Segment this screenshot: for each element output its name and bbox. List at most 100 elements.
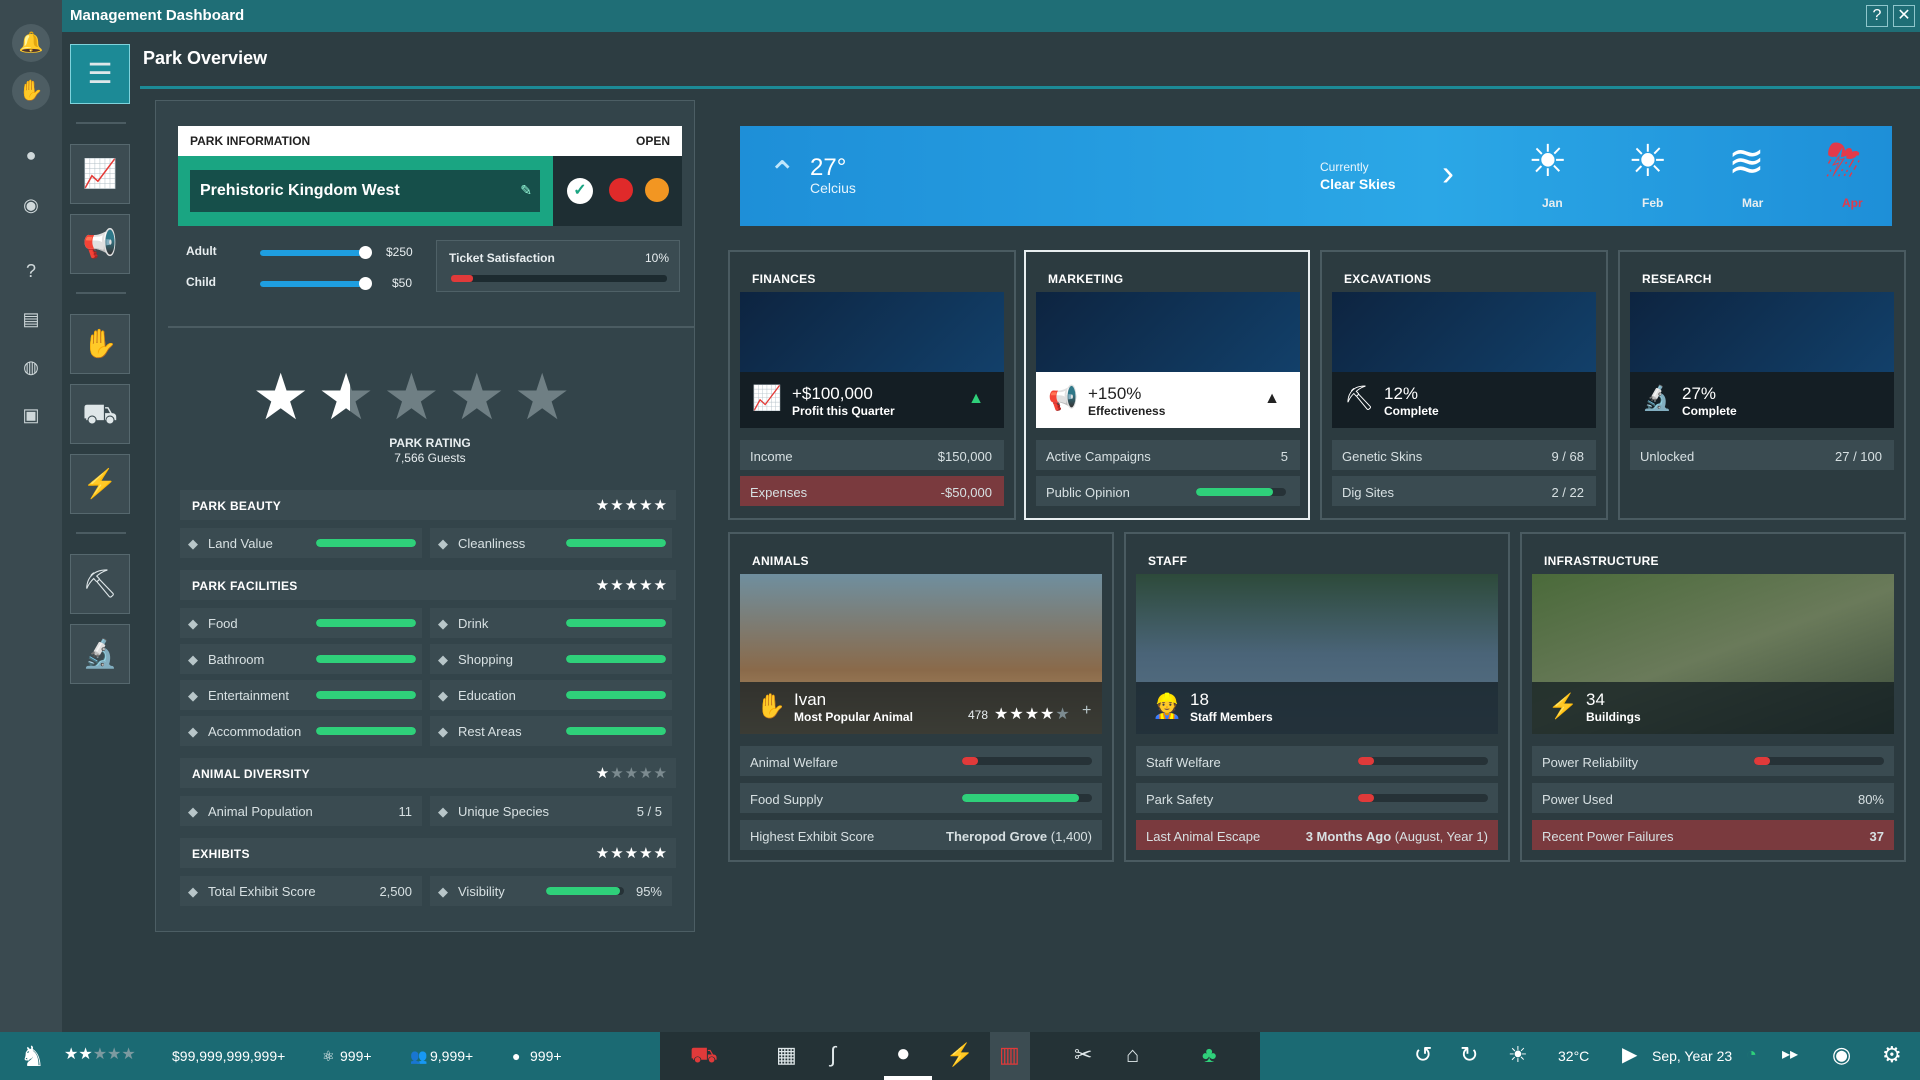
card-row: Unlocked 27 / 100 xyxy=(1630,440,1894,470)
book-icon[interactable]: ▤ xyxy=(18,306,44,332)
card-title: ANIMALS xyxy=(752,554,809,568)
item-bar xyxy=(316,691,416,699)
child-price-slider[interactable] xyxy=(260,277,372,290)
status-buttons: ✓ xyxy=(553,156,682,226)
egg-icon[interactable]: ● xyxy=(18,142,44,168)
row-label: Unlocked xyxy=(1640,449,1695,464)
row-bar xyxy=(1358,757,1488,765)
camera-icon[interactable]: ▣ xyxy=(18,402,44,428)
card-row: Genetic Skins 9 / 68 xyxy=(1332,440,1596,470)
undo-icon[interactable]: ↺ xyxy=(1414,1042,1432,1068)
visibility-icon[interactable]: ◉ xyxy=(1832,1042,1851,1068)
overview-tab[interactable]: ☰ xyxy=(70,44,130,104)
park-status: OPEN xyxy=(635,134,670,148)
rating-star-empty: ★ xyxy=(382,361,449,433)
nav-divider xyxy=(76,292,126,294)
forecast-month: Feb xyxy=(1642,196,1664,210)
card-row: Recent Power Failures 37 xyxy=(1532,820,1894,850)
infrastructure-tab-icon[interactable]: ⚡ xyxy=(70,454,130,514)
trend-up-icon: ▲ xyxy=(968,390,984,407)
help-button[interactable]: ? xyxy=(1866,5,1888,27)
settings-icon[interactable]: ⚙ xyxy=(1882,1042,1902,1068)
section-header: ANIMAL DIVERSITY ★★★★★ xyxy=(180,758,676,788)
edit-icon[interactable]: ✎ xyxy=(520,182,532,199)
park-name-field[interactable]: Prehistoric Kingdom West ✎ xyxy=(190,170,540,212)
item-icon: ◆ xyxy=(188,616,198,631)
section-header: EXHIBITS ★★★★★ xyxy=(180,838,676,868)
section-stars: ★★★★★ xyxy=(595,577,668,594)
fast-forward-icon[interactable]: ▸▸ xyxy=(1782,1044,1798,1064)
park-name: Prehistoric Kingdom West xyxy=(200,182,400,199)
globe-icon[interactable]: ◍ xyxy=(18,354,44,380)
row-label: Animal Welfare xyxy=(750,755,838,770)
weather-icon[interactable]: ☀ xyxy=(1508,1042,1528,1068)
shelter-icon[interactable]: ⌂ xyxy=(1126,1042,1139,1068)
dinosaur-claw-icon[interactable]: ✋ xyxy=(12,72,50,110)
item-label: Accommodation xyxy=(208,724,302,739)
help-icon[interactable]: ? xyxy=(18,258,44,284)
fence-icon[interactable]: ▦ xyxy=(776,1042,797,1068)
item-label: Food xyxy=(208,616,238,631)
closed-status-button[interactable] xyxy=(609,178,633,202)
row-value: 80% xyxy=(1857,792,1884,807)
evacuate-status-button[interactable] xyxy=(645,178,669,202)
play-icon[interactable]: ▶ xyxy=(1622,1042,1637,1067)
park-info-header: PARK INFORMATION OPEN xyxy=(178,126,682,156)
tools-icon[interactable]: ✂ xyxy=(1074,1042,1092,1068)
excavations-tab-icon[interactable]: ⛏ xyxy=(70,554,130,614)
add-icon[interactable]: + xyxy=(1082,702,1091,720)
section-title: PARK BEAUTY xyxy=(192,499,282,513)
egg-counter: 999+ xyxy=(530,1048,562,1064)
chevron-right-icon[interactable]: › xyxy=(1442,152,1454,194)
animal-score: 478 xyxy=(968,708,989,722)
terrain-icon[interactable]: ♣ xyxy=(1202,1042,1216,1068)
item-value: 95% xyxy=(635,884,662,899)
item-bar xyxy=(566,655,666,663)
card-row: Public Opinion xyxy=(1036,476,1300,506)
transport-icon[interactable]: ⛟ xyxy=(690,1042,718,1071)
animals-tab-icon[interactable]: ✋ xyxy=(70,314,130,374)
item-bar xyxy=(316,539,416,547)
item-value: 2,500 xyxy=(379,884,412,899)
staff-tab-icon[interactable]: ⛟ xyxy=(70,384,130,444)
row-value: 5 xyxy=(1280,449,1288,464)
nav-divider xyxy=(76,532,126,534)
notifications-icon[interactable]: 🔔 xyxy=(12,24,50,62)
card-title: EXCAVATIONS xyxy=(1344,272,1432,286)
temperature-up-icon: ⌃ xyxy=(768,155,797,193)
card-row: Active Campaigns 5 xyxy=(1036,440,1300,470)
row-value: 2 / 22 xyxy=(1551,485,1584,500)
research-tab-icon[interactable]: 🔬 xyxy=(70,624,130,684)
eye-icon[interactable]: ◉ xyxy=(18,192,44,218)
card-band: 📢 +150% Effectiveness ▲ xyxy=(1036,372,1300,428)
item-bar xyxy=(566,691,666,699)
guest-count: 7,566 Guests xyxy=(394,451,466,465)
redo-icon[interactable]: ↻ xyxy=(1460,1042,1478,1068)
card-headline: 12% xyxy=(1384,384,1419,403)
gate-tool[interactable]: ▥ xyxy=(990,1032,1030,1080)
card-row: Income $150,000 xyxy=(740,440,1004,470)
trend-up-icon: ▲ xyxy=(1264,390,1280,407)
card-band: ⚡ 34 Buildings xyxy=(1532,682,1894,734)
item-label: Rest Areas xyxy=(458,724,522,739)
weather-current-label: Currently xyxy=(1320,160,1369,174)
row-label: Genetic Skins xyxy=(1342,449,1423,464)
open-check-icon[interactable]: ✓ xyxy=(567,178,593,204)
finances-tab-icon[interactable]: 📈 xyxy=(70,144,130,204)
building-icon[interactable]: ⚡ xyxy=(946,1042,973,1068)
card-row: Expenses -$50,000 xyxy=(740,476,1004,506)
path-icon[interactable]: ∫ xyxy=(830,1042,836,1068)
close-button[interactable]: ✕ xyxy=(1893,5,1915,27)
nature-icon[interactable]: ● xyxy=(896,1040,911,1068)
row-value-bold: Theropod Grove xyxy=(946,829,1048,844)
row-value: 9 / 68 xyxy=(1551,449,1584,464)
row-bar xyxy=(962,794,1092,802)
section-title: ANIMAL DIVERSITY xyxy=(192,767,310,781)
dinosaur-logo-icon[interactable]: ♞ xyxy=(20,1040,45,1073)
card-band: ✋ Ivan Most Popular Animal 478 ★★★★★ + xyxy=(740,682,1102,734)
temperature: 27° xyxy=(810,154,847,181)
marketing-tab-icon[interactable]: 📢 xyxy=(70,214,130,274)
item-label: Visibility xyxy=(458,884,505,899)
adult-price-slider[interactable] xyxy=(260,246,372,259)
wind-icon: ≋ xyxy=(1728,137,1765,186)
